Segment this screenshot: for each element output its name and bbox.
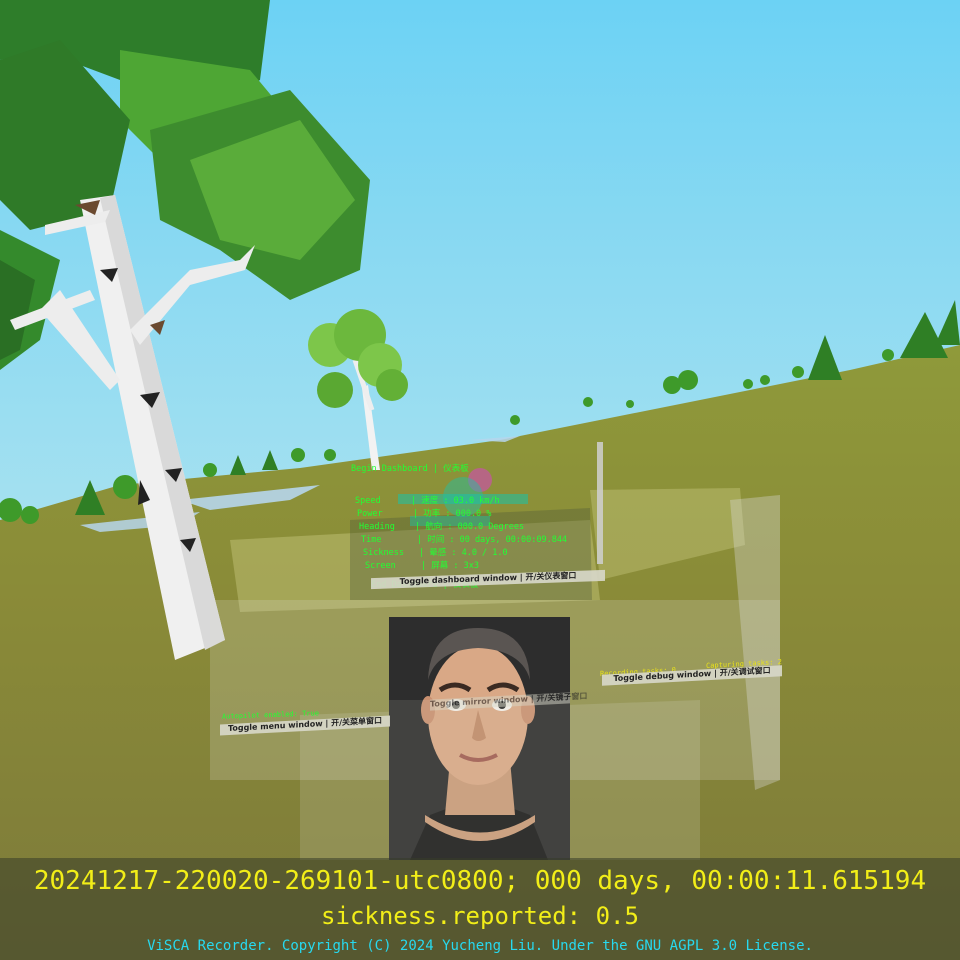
dashboard-value: | 航向 : 000.0 Degrees bbox=[415, 522, 525, 532]
dashboard-value: | 屏幕 : 3x3 bbox=[421, 561, 479, 571]
dashboard-label: Screen bbox=[365, 561, 396, 571]
dashboard-value: | 时间 : 00 days, 00:00:09.844 bbox=[417, 535, 568, 545]
timestamp-readout: 20241217-220020-269101-utc0800; 000 days… bbox=[33, 866, 927, 896]
dashboard-row-sickness: Sickness | 晕感 : 4.0 / 1.0 bbox=[363, 546, 508, 558]
dashboard-row-power: Power | 功率 : 000.0 % bbox=[357, 507, 491, 519]
dashboard-value: | 速度 : 03.0 km/h bbox=[411, 496, 500, 506]
dashboard-row-heading: Heading | 航向 : 000.0 Degrees bbox=[359, 520, 524, 532]
glass-panel bbox=[389, 700, 570, 860]
dashboard-value: | 晕感 : 4.0 / 1.0 bbox=[419, 548, 508, 558]
dashboard-label: Speed bbox=[355, 496, 381, 506]
dashboard-begin-label: Begin Dashboard | 仪表板 bbox=[351, 464, 469, 474]
copyright-notice: ViSCA Recorder. Copyright (C) 2024 Yuche… bbox=[147, 938, 813, 954]
dashboard-label: Power bbox=[357, 509, 383, 519]
dashboard-label: Sickness bbox=[363, 548, 404, 558]
dashboard-label: Heading bbox=[359, 522, 395, 532]
dashboard-window: Begin Dashboard | 仪表板 Speed | 速度 : 03.0 k… bbox=[343, 446, 605, 592]
dashboard-row-screen: Screen | 屏幕 : 3x3 bbox=[365, 559, 479, 571]
dashboard-value: | 功率 : 000.0 % bbox=[413, 509, 492, 519]
dashboard-row-speed: Speed | 速度 : 03.0 km/h bbox=[355, 494, 500, 506]
dashboard-row-time: Time | 时间 : 00 days, 00:00:09.844 bbox=[361, 533, 567, 545]
dashboard-label: Time bbox=[361, 535, 382, 545]
sickness-readout: sickness.reported: 0.5 bbox=[321, 902, 639, 930]
